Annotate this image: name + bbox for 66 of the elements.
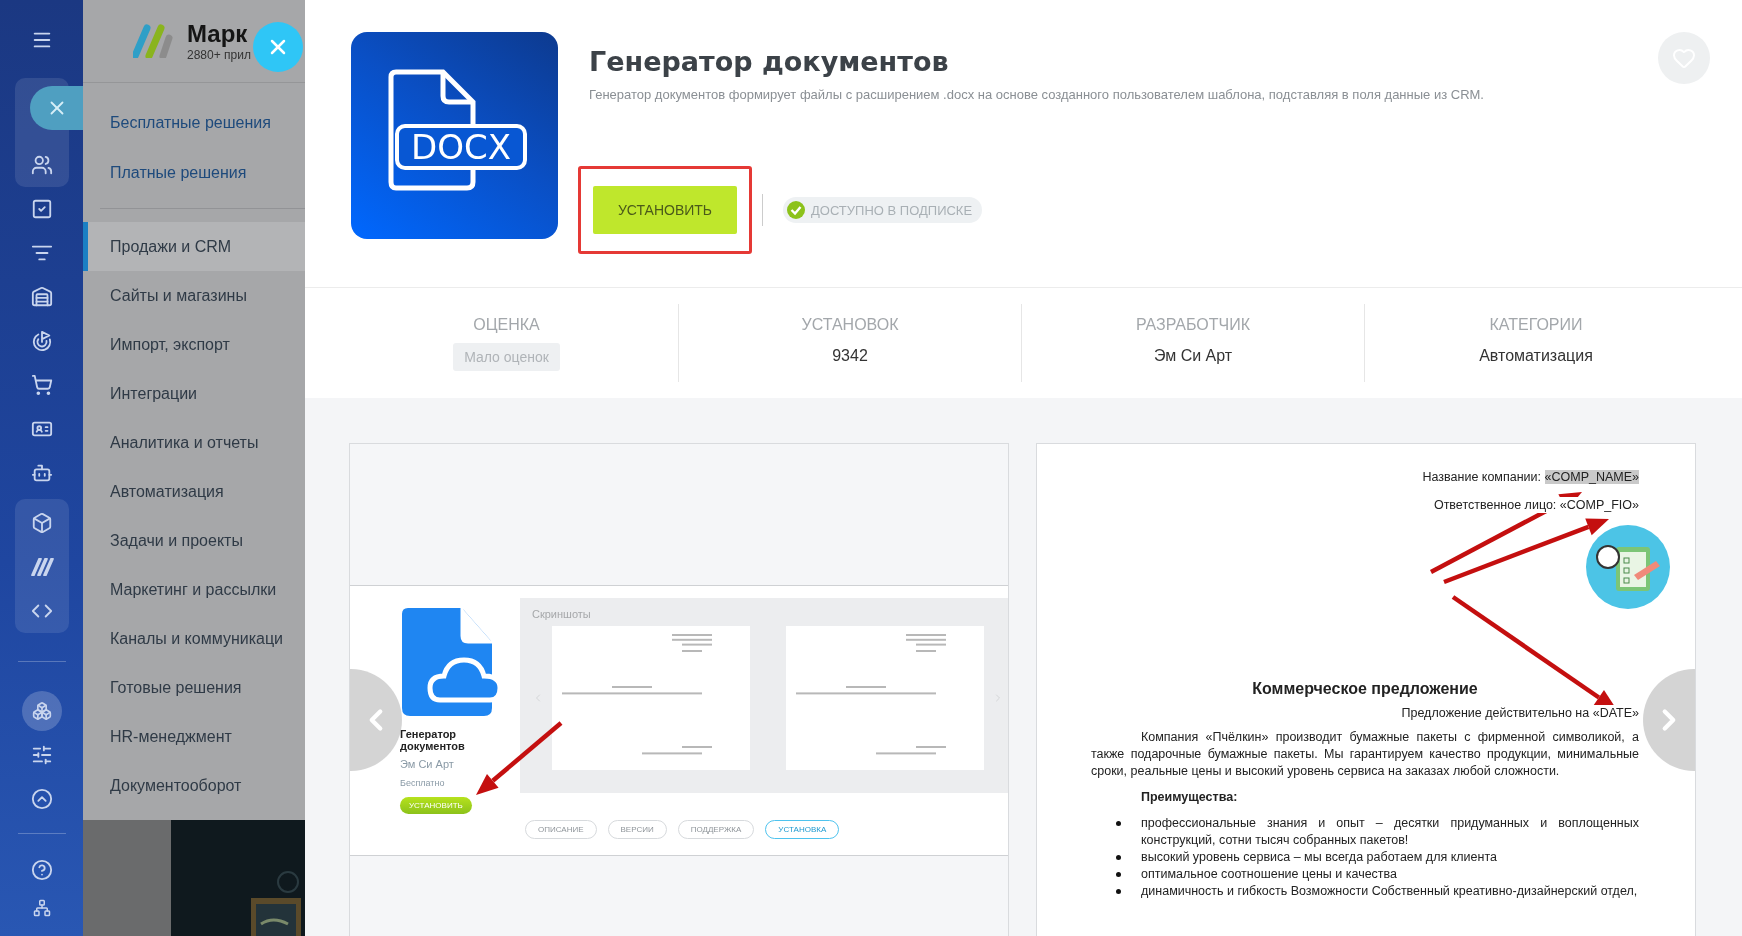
gallery-title: Скриншоты: [532, 608, 592, 620]
cube-icon[interactable]: [30, 512, 53, 534]
category-item[interactable]: Автоматизация: [83, 467, 305, 516]
category-item[interactable]: Интеграции: [83, 369, 305, 418]
stat-value: Автоматизация: [1479, 347, 1593, 365]
clipboard-icon: [1586, 525, 1670, 609]
app-title: Генератор документов: [589, 46, 950, 77]
building-icon[interactable]: [30, 286, 53, 308]
install-button[interactable]: УСТАНОВИТЬ: [593, 186, 737, 234]
category-item[interactable]: Продажи и CRM: [83, 222, 305, 271]
menu-link[interactable]: Бесплатные решения: [83, 98, 305, 148]
category-item[interactable]: Сайты и магазины: [83, 271, 305, 320]
logo-icon: [133, 24, 173, 58]
bullet-icon: [1116, 872, 1121, 877]
category-item[interactable]: Маркетинг и рассылки: [83, 565, 305, 614]
document-heading: Коммерческое предложение: [1251, 679, 1479, 699]
rating-chip: Мало оценок: [453, 343, 560, 371]
document-field: Название компании: «COMP_NAME»: [1422, 469, 1639, 485]
menu-link[interactable]: Платные решения: [83, 148, 305, 198]
list-item: профессиональные знания и опыт – десятки придуманных и воплощенных конструкций, сотни тысяч собранных пакетов!: [1141, 815, 1639, 849]
bullet-icon: [1116, 821, 1121, 826]
stat-label: РАЗРАБОТЧИК: [1135, 316, 1251, 334]
icon-label: DOCX: [395, 124, 527, 170]
target-icon[interactable]: [30, 330, 53, 352]
cart-icon[interactable]: [30, 374, 53, 396]
logo-subtitle: 2880+ прил: [187, 48, 251, 62]
stat-value: Эм Си Арт: [1153, 347, 1233, 365]
document-cloud-icon: [400, 608, 500, 718]
stat-value: 9342: [832, 347, 868, 365]
apps-button[interactable]: [21, 691, 62, 731]
stat-label: ОЦЕНКА: [473, 316, 540, 334]
category-item[interactable]: HR-менеджмент: [83, 712, 305, 761]
slashes-icon[interactable]: [29, 558, 54, 576]
boxes-icon: [31, 701, 52, 721]
chevron-up-icon[interactable]: [30, 788, 53, 810]
developer-name: Эм Си Арт: [400, 758, 454, 770]
category-item[interactable]: Импорт, экспорт: [83, 320, 305, 369]
list-item: оптимальное соотношение цены и качества: [1141, 866, 1399, 883]
price-label: Бесплатно: [400, 778, 445, 788]
users-icon[interactable]: [30, 154, 53, 176]
sliders-icon[interactable]: [30, 744, 53, 766]
list-item: высокий уровень сервиса – мы всегда работаем для клиента: [1141, 849, 1498, 866]
stat-label: УСТАНОВОК: [801, 316, 899, 334]
list-item: динамичность и гибкость Возможности Собственный креативно-дизайнерский отдел,: [1141, 883, 1639, 900]
document-paragraph: Компания «Пчёлкин» производит бумажные пакеты с фирменной символикой, а также подарочные бумажные пакеты. Мы гарантируем качество продукции, минимальные сроки, реальные цены и высокий уровень сервиса на заказах любой сложности.: [1091, 729, 1639, 780]
document-field: Ответственное лицо: «COMP_FIO»: [1433, 497, 1639, 513]
help-icon[interactable]: [30, 859, 53, 881]
app-title: Генератор документов: [400, 728, 466, 752]
checkbox-icon[interactable]: [30, 198, 53, 220]
category-item[interactable]: Готовые решения: [83, 663, 305, 712]
bullet-icon: [1116, 889, 1121, 894]
document-subheading: Преимущества:: [1141, 789, 1239, 806]
close-button[interactable]: [30, 86, 83, 130]
category-item[interactable]: Задачи и проекты: [83, 516, 305, 565]
category-item[interactable]: Каналы и коммуникаци: [83, 614, 305, 663]
check-icon: [786, 200, 806, 220]
logo-title: Марк: [187, 20, 249, 48]
stat-label: КАТЕГОРИИ: [1489, 316, 1583, 334]
network-icon[interactable]: [32, 899, 51, 917]
badge-label: ДОСТУПНО В ПОДПИСКЕ: [811, 202, 973, 218]
category-item[interactable]: Документооборот: [83, 761, 305, 810]
document-text: Предложение действительно на «DATE»: [1401, 705, 1639, 722]
bullet-icon: [1116, 855, 1121, 860]
app-description: Генератор документов формирует файлы с расширением .docx на основе созданного пользователем шаблона, подставляя в поля данные из CRM.: [589, 87, 1485, 102]
robot-icon[interactable]: [30, 462, 53, 484]
category-item[interactable]: Аналитика и отчеты: [83, 418, 305, 467]
